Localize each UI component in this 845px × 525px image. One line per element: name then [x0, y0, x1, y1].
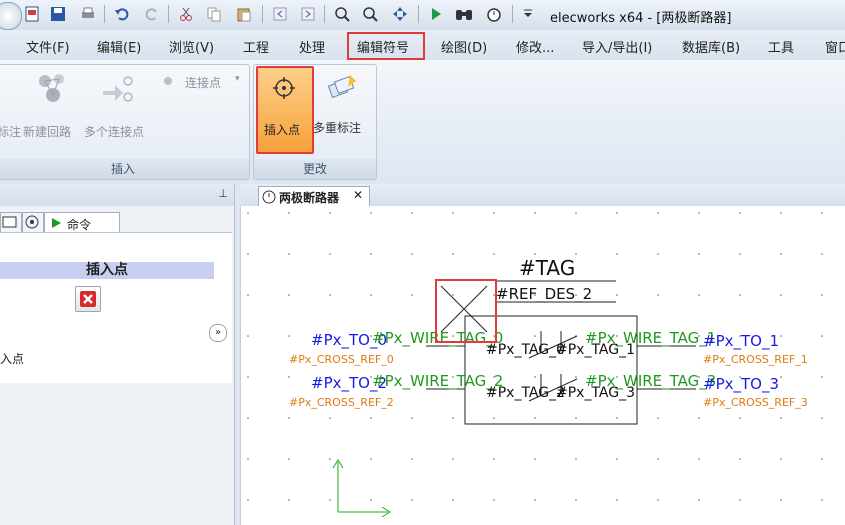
ref-des: #REF_DES_2 — [496, 285, 593, 303]
insert-point-label: 插入点 — [264, 123, 301, 137]
section-title: 插入点 — [0, 262, 214, 279]
command-panel: ⊥ 命令 插入点 » 插入点 — [0, 184, 235, 525]
menu-database[interactable]: 数据库(B) — [682, 37, 740, 56]
px-wire-tag-2: #Px_WIRE_TAG_2 — [372, 372, 504, 390]
paste-icon[interactable] — [234, 4, 254, 24]
px-wire-tag-1: #Px_WIRE_TAG_1 — [585, 329, 717, 347]
document-tab-bar: 两极断路器 ✕ — [240, 184, 845, 207]
window-title: elecworks x64 - [两极断路器] — [550, 11, 732, 26]
menu-modify[interactable]: 修改... — [516, 37, 554, 56]
tab-drawing[interactable] — [0, 212, 22, 234]
ribbon-group-change: 插入点 多重标注 更改 — [253, 64, 377, 180]
menu-window[interactable]: 窗口 — [825, 37, 845, 56]
px-to-1: #Px_TO_1 — [703, 332, 780, 350]
forward-icon[interactable] — [298, 4, 318, 24]
px-cross-ref-3: #Px_CROSS_REF_3 — [703, 396, 808, 409]
tab-library[interactable] — [22, 212, 44, 234]
back-icon[interactable] — [270, 4, 290, 24]
print-icon[interactable] — [78, 4, 98, 24]
symbol-tag: #TAG — [519, 256, 576, 280]
panel-header: ⊥ — [0, 184, 234, 206]
menu-draw[interactable]: 绘图(D) — [441, 37, 487, 56]
quick-access-toolbar: elecworks x64 - [两极断路器] — [0, 0, 845, 30]
px-cross-ref-2: #Px_CROSS_REF_2 — [289, 396, 394, 409]
redo-icon[interactable] — [142, 4, 162, 24]
close-tab-icon[interactable]: ✕ — [353, 188, 363, 202]
undo-icon[interactable] — [112, 4, 132, 24]
px-cross-ref-1: #Px_CROSS_REF_1 — [703, 353, 808, 366]
tab-command[interactable]: 命令 — [44, 212, 120, 233]
command-content: 插入点 » 插入点 — [0, 232, 232, 383]
play-icon — [52, 218, 61, 228]
px-to-3: #Px_TO_3 — [703, 375, 780, 393]
menu-tools[interactable]: 工具 — [768, 37, 794, 56]
insert-point-button[interactable]: 插入点 — [256, 66, 314, 154]
save-icon[interactable] — [48, 4, 68, 24]
connection-point-icon — [162, 75, 174, 90]
multi-annotate-icon — [326, 73, 360, 106]
multi-annotate-button[interactable]: 多重标注 — [313, 119, 361, 136]
highlight-box-insert-point — [435, 279, 497, 343]
new-circuit-button[interactable]: 新建回路 — [23, 123, 71, 140]
play-icon[interactable] — [426, 4, 446, 24]
item-label: 插入点 — [0, 352, 25, 366]
menu-edit[interactable]: 编辑(E) — [97, 37, 141, 56]
symbol-doc-icon — [262, 190, 276, 204]
pan-icon[interactable] — [390, 4, 410, 24]
multi-connection-button[interactable]: 多个连接点 — [84, 123, 144, 140]
menu-view[interactable]: 浏览(V) — [169, 37, 214, 56]
document-tab-title: 两极断路器 — [279, 191, 340, 205]
menu-process[interactable]: 处理 — [299, 37, 325, 56]
tab-command-label: 命令 — [67, 218, 92, 232]
cancel-button[interactable] — [75, 286, 101, 312]
ribbon-group-insert: 连接点 ▾ 标注 新建回路 多个连接点 插入 — [0, 64, 250, 180]
zoom-icon[interactable] — [360, 4, 380, 24]
new-circuit-icon — [101, 73, 135, 106]
binoculars-icon[interactable] — [454, 4, 474, 24]
ribbon-group-label-change: 更改 — [254, 159, 376, 179]
menu-bar: 文件(F) 编辑(E) 浏览(V) 工程 处理 编辑符号 绘图(D) 修改...… — [0, 30, 845, 61]
px-tag-2: #Px_TAG_2 — [486, 385, 566, 401]
px-cross-ref-0: #Px_CROSS_REF_0 — [289, 353, 394, 366]
collapse-icon[interactable]: » — [209, 324, 227, 342]
menu-file[interactable]: 文件(F) — [26, 37, 70, 56]
cut-icon[interactable] — [176, 4, 196, 24]
px-tag-0: #Px_TAG_0 — [486, 342, 566, 358]
highlight-box-menu — [347, 32, 425, 60]
close-icon — [80, 291, 96, 307]
timer-icon[interactable] — [484, 4, 504, 24]
connection-point-button[interactable]: 连接点 — [185, 74, 221, 91]
annotate-button[interactable]: 标注 — [0, 123, 21, 140]
menu-project[interactable]: 工程 — [243, 37, 269, 56]
px-wire-tag-3: #Px_WIRE_TAG_3 — [585, 372, 717, 390]
molecule-icon — [35, 71, 69, 108]
document-tab[interactable]: 两极断路器 ✕ — [258, 186, 370, 207]
copy-icon[interactable] — [204, 4, 224, 24]
menu-import-export[interactable]: 导入/导出(I) — [582, 37, 652, 56]
drawing-canvas[interactable]: #TAG #REF_DES_2 #Px_TO_0 #Px_WIRE_TAG_0 … — [240, 206, 845, 525]
document-icon[interactable] — [22, 4, 42, 24]
dropdown-icon[interactable] — [518, 4, 538, 24]
app-orb-icon[interactable] — [0, 2, 22, 30]
panel-tab-strip: 命令 — [0, 212, 120, 234]
ribbon: 连接点 ▾ 标注 新建回路 多个连接点 插入 插入点 多重标注 更改 — [0, 60, 845, 184]
zoom-fit-icon[interactable] — [332, 4, 352, 24]
ribbon-group-label-insert: 插入 — [0, 159, 249, 179]
target-icon — [272, 76, 296, 103]
pin-icon[interactable]: ⊥ — [218, 187, 228, 200]
